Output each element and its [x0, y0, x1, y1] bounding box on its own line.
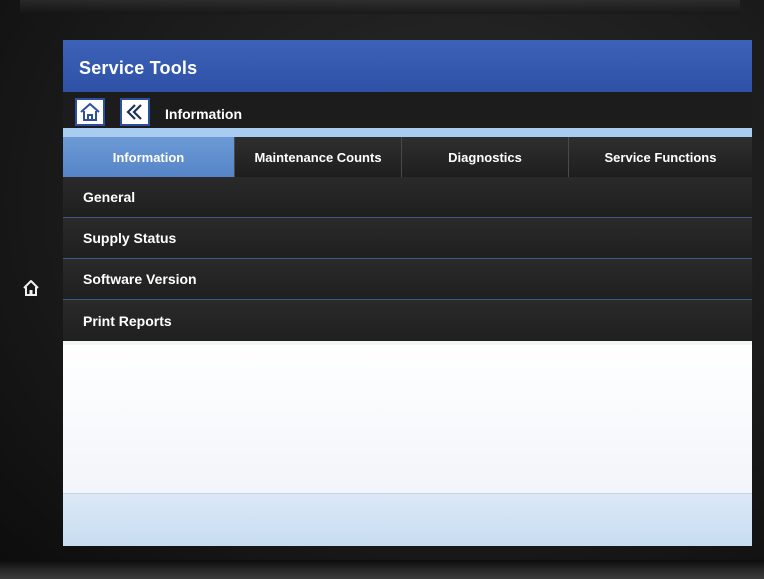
home-button[interactable] [75, 98, 105, 126]
tab-diagnostics[interactable]: Diagnostics [402, 137, 569, 177]
footer-bar [63, 493, 752, 546]
back-button[interactable] [120, 98, 150, 126]
home-icon [80, 103, 100, 121]
tab-information[interactable]: Information [63, 137, 235, 177]
bezel-bottom [0, 560, 764, 579]
tab-bar: Information Maintenance Counts Diagnosti… [63, 137, 752, 177]
page-title: Service Tools [79, 58, 198, 78]
device-frame: Service Tools Information Information Ma… [0, 0, 764, 579]
breadcrumb: Information [165, 106, 242, 122]
list-item-general[interactable]: General [63, 177, 752, 218]
screen: Service Tools Information Information Ma… [63, 40, 752, 546]
list-item-print-reports[interactable]: Print Reports [63, 300, 752, 341]
back-icon [126, 104, 142, 120]
menu-list: General Supply Status Software Version P… [63, 177, 752, 341]
hardware-home-button[interactable] [20, 277, 42, 299]
list-item-supply-status[interactable]: Supply Status [63, 218, 752, 259]
tab-service-functions[interactable]: Service Functions [569, 137, 752, 177]
home-icon [23, 280, 39, 296]
tab-maintenance-counts[interactable]: Maintenance Counts [235, 137, 402, 177]
title-bar: Service Tools [63, 40, 752, 92]
empty-content-area [63, 345, 752, 493]
bezel-top [20, 0, 740, 14]
accent-strip [63, 128, 752, 137]
list-item-software-version[interactable]: Software Version [63, 259, 752, 300]
navigation-bar: Information [63, 92, 752, 128]
